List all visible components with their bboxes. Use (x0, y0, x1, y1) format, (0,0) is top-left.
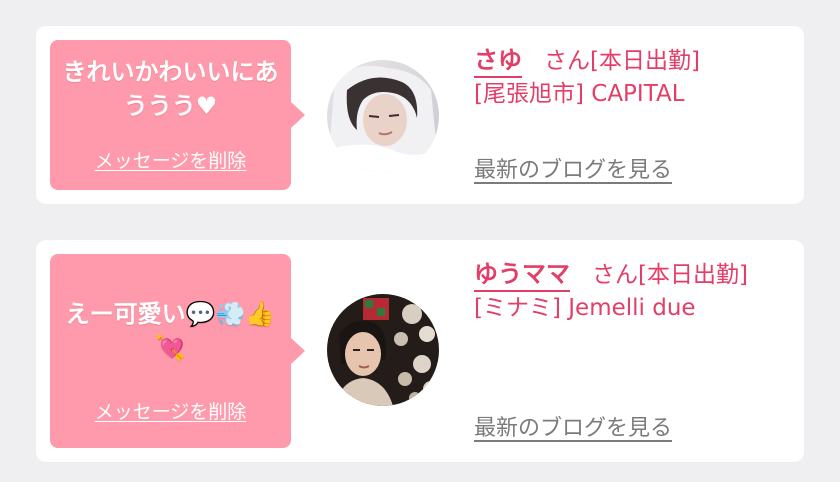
avatar[interactable] (327, 60, 439, 172)
profile-info: さゆ さん[本日出勤] [尾張旭市] CAPITAL (474, 44, 780, 111)
message-bubble: きれいかわいいにあううう♥ メッセージを削除 (50, 40, 305, 190)
latest-blog-link[interactable]: 最新のブログを見る (474, 152, 672, 184)
message-card: きれいかわいいにあううう♥ メッセージを削除 さゆ さん[本日出勤] [尾張旭市]… (36, 26, 804, 204)
avatar[interactable] (327, 294, 439, 406)
area-shop: [ミナミ] Jemelli due (474, 295, 696, 321)
honorific-status: さん[本日出勤] (544, 48, 700, 74)
profile-info: ゆうママ さん[本日出勤] [ミナミ] Jemelli due (474, 258, 780, 325)
latest-blog-link[interactable]: 最新のブログを見る (474, 410, 672, 442)
message-text: きれいかわいいにあううう♥ (62, 58, 279, 120)
honorific-status: さん[本日出勤] (592, 262, 748, 288)
delete-message-link[interactable]: メッセージを削除 (50, 146, 291, 173)
delete-message-link[interactable]: メッセージを削除 (50, 397, 291, 424)
profile-name-link[interactable]: さゆ (474, 46, 522, 74)
profile-name-link[interactable]: ゆうママ (474, 260, 570, 288)
message-card: えー可愛い💬💨👍💘 メッセージを削除 ゆうママ さん[本日出勤] [ミナミ] Je… (36, 240, 804, 462)
message-text: えー可愛い💬💨👍💘 (65, 300, 276, 362)
avatar-photo (327, 60, 439, 172)
avatar-photo (327, 294, 439, 406)
message-bubble: えー可愛い💬💨👍💘 メッセージを削除 (50, 254, 305, 448)
area-shop: [尾張旭市] CAPITAL (474, 81, 685, 107)
